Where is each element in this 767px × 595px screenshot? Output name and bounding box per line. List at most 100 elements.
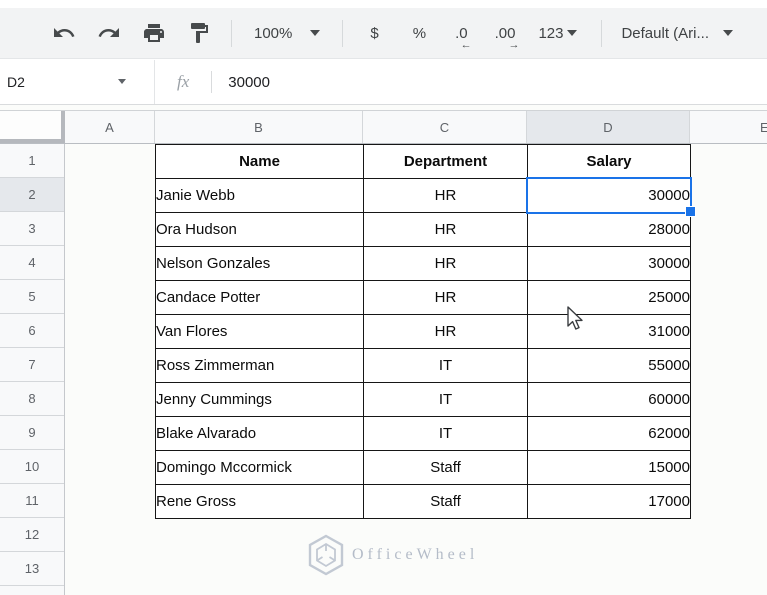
table-row: Van Flores HR 31000 (155, 314, 691, 349)
table-row: Candace Potter HR 25000 (155, 280, 691, 315)
table-header-department[interactable]: Department (363, 144, 528, 179)
chevron-down-icon (118, 79, 126, 84)
font-select[interactable]: Default (Ari... (621, 25, 733, 42)
cell-d10[interactable]: 15000 (527, 450, 691, 485)
watermark: OfficeWheel (306, 534, 478, 576)
column-header-b[interactable]: B (155, 111, 363, 143)
cell-c4[interactable]: HR (363, 246, 528, 281)
column-header-c[interactable]: C (363, 111, 527, 143)
arrow-left-icon: ← (460, 38, 472, 51)
format-percent-button[interactable]: % (413, 25, 426, 42)
row-header-6[interactable]: 6 (0, 314, 64, 348)
undo-icon[interactable] (52, 21, 76, 45)
row-header-10[interactable]: 10 (0, 450, 64, 484)
table-row: Ora Hudson HR 28000 (155, 212, 691, 247)
row-header-4[interactable]: 4 (0, 246, 64, 280)
table-row: Blake Alvarado IT 62000 (155, 416, 691, 451)
table-row: Domingo Mccormick Staff 15000 (155, 450, 691, 485)
cell-b4[interactable]: Nelson Gonzales (155, 246, 364, 281)
column-header-a[interactable]: A (65, 111, 155, 143)
cell-b9[interactable]: Blake Alvarado (155, 416, 364, 451)
cell-b10[interactable]: Domingo Mccormick (155, 450, 364, 485)
column-header-d[interactable]: D (527, 111, 690, 143)
formula-bar-divider (211, 71, 213, 93)
table-header-name[interactable]: Name (155, 144, 364, 179)
watermark-text: OfficeWheel (352, 546, 479, 563)
font-name: Default (Ari... (621, 24, 709, 42)
column-header-e[interactable]: E (690, 111, 767, 143)
officewheel-logo-icon (308, 534, 344, 576)
row-header-1[interactable]: 1 (0, 144, 64, 178)
row-header-11[interactable]: 11 (0, 484, 64, 518)
row-header-7[interactable]: 7 (0, 348, 64, 382)
cell-d2[interactable]: 30000 (527, 178, 691, 213)
table-row: Name Department Salary (155, 144, 691, 179)
redo-icon[interactable] (97, 21, 121, 45)
table-row: Nelson Gonzales HR 30000 (155, 246, 691, 281)
cell-d9[interactable]: 62000 (527, 416, 691, 451)
cell-d8[interactable]: 60000 (527, 382, 691, 417)
increase-decimal-button[interactable]: .00 → (495, 25, 520, 51)
name-box[interactable]: D2 (0, 60, 155, 104)
column-headers: A B C D E (0, 110, 767, 144)
chevron-down-icon (723, 30, 733, 36)
cell-b5[interactable]: Candace Potter (155, 280, 364, 315)
arrow-right-icon: → (508, 38, 520, 51)
fx-icon: fx (177, 72, 190, 91)
cell-b11[interactable]: Rene Gross (155, 484, 364, 519)
row-header-9[interactable]: 9 (0, 416, 64, 450)
row-header-5[interactable]: 5 (0, 280, 64, 314)
toolbar-divider (231, 19, 232, 47)
more-formats-label: 123 (538, 24, 564, 42)
cell-c6[interactable]: HR (363, 314, 528, 349)
cell-c7[interactable]: IT (363, 348, 528, 383)
zoom-value: 100% (254, 24, 293, 42)
cell-c10[interactable]: Staff (363, 450, 528, 485)
cell-d11[interactable]: 17000 (527, 484, 691, 519)
table-row: Rene Gross Staff 17000 (155, 484, 691, 519)
row-headers: 1 2 3 4 5 6 7 8 9 10 11 12 13 14 (0, 144, 65, 595)
row-header-13[interactable]: 13 (0, 552, 64, 586)
cell-d5[interactable]: 25000 (527, 280, 691, 315)
table-header-salary[interactable]: Salary (527, 144, 691, 179)
cell-d6[interactable]: 31000 (527, 314, 691, 349)
cell-b2[interactable]: Janie Webb (155, 178, 364, 213)
cell-b6[interactable]: Van Flores (155, 314, 364, 349)
table-row: Ross Zimmerman IT 55000 (155, 348, 691, 383)
print-icon[interactable] (142, 21, 166, 45)
cell-c5[interactable]: HR (363, 280, 528, 315)
cell-c8[interactable]: IT (363, 382, 528, 417)
toolbar-divider (601, 19, 603, 47)
paint-format-icon[interactable] (187, 21, 211, 45)
formula-bar: D2 fx 30000 (0, 60, 767, 105)
row-header-12[interactable]: 12 (0, 518, 64, 552)
format-currency-button[interactable]: $ (370, 25, 378, 42)
cell-d4[interactable]: 30000 (527, 246, 691, 281)
cell-b7[interactable]: Ross Zimmerman (155, 348, 364, 383)
cell-d7[interactable]: 55000 (527, 348, 691, 383)
row-header-8[interactable]: 8 (0, 382, 64, 416)
fill-handle[interactable] (685, 206, 696, 217)
cell-b8[interactable]: Jenny Cummings (155, 382, 364, 417)
cell-c3[interactable]: HR (363, 212, 528, 247)
cell-c9[interactable]: IT (363, 416, 528, 451)
cell-d3[interactable]: 28000 (527, 212, 691, 247)
chevron-down-icon (567, 30, 578, 36)
row-header-2[interactable]: 2 (0, 178, 64, 212)
cell-c2[interactable]: HR (363, 178, 528, 213)
row-header-14[interactable]: 14 (0, 586, 64, 595)
spreadsheet-app: 100% $ % .0 ← .00 → 123 Default (Ari... … (0, 0, 767, 595)
cell-b3[interactable]: Ora Hudson (155, 212, 364, 247)
select-all-corner[interactable] (0, 111, 65, 143)
more-formats-button[interactable]: 123 (538, 24, 578, 42)
formula-input[interactable]: 30000 (228, 74, 270, 91)
table-row: Janie Webb HR 30000 (155, 178, 691, 213)
cell-c11[interactable]: Staff (363, 484, 528, 519)
data-table: Name Department Salary Janie Webb HR 300… (155, 144, 691, 519)
row-header-3[interactable]: 3 (0, 212, 64, 246)
decrease-decimal-button[interactable]: .0 ← (455, 25, 472, 51)
table-row: Jenny Cummings IT 60000 (155, 382, 691, 417)
chevron-down-icon (310, 30, 321, 36)
column-header-e-label: E (760, 120, 767, 135)
zoom-select[interactable]: 100% (254, 24, 321, 42)
